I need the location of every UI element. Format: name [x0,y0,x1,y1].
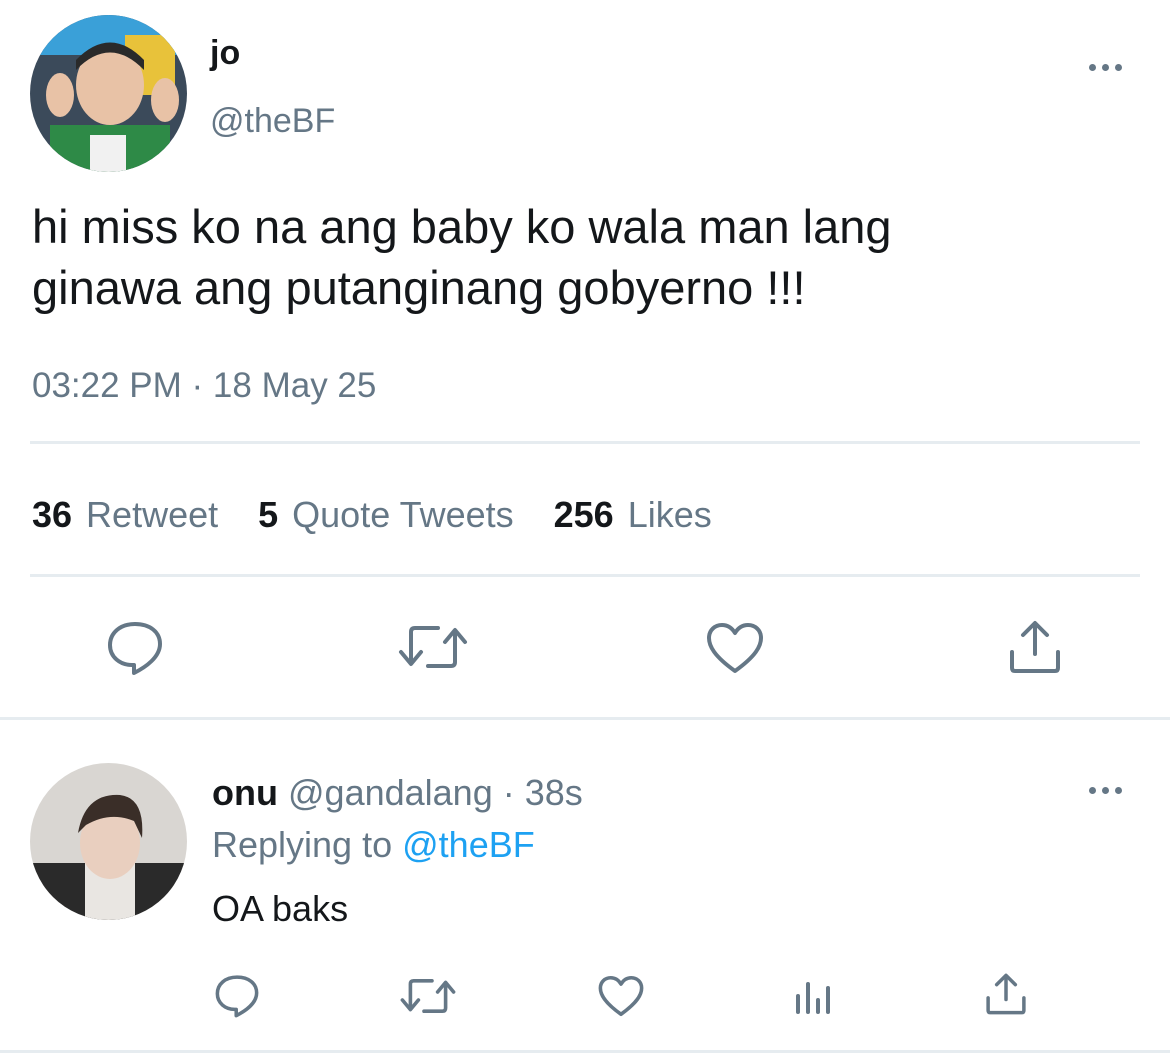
divider [30,441,1140,444]
more-options-icon[interactable] [1089,64,1122,71]
like-icon[interactable] [598,975,644,1017]
reply-icon[interactable] [106,620,164,676]
reply-text: OA baks [212,888,349,929]
likes-stat[interactable]: 256 Likes [554,494,712,536]
retweets-label: Retweet [86,494,219,535]
reply-more-options-icon[interactable] [1089,787,1122,794]
timestamp[interactable]: 03:22 PM · 18 May 25 [32,366,376,406]
avatar-main[interactable] [30,15,187,172]
tweet-stats: 36 Retweet 5 Quote Tweets 256 Likes [32,494,712,536]
quotes-label: Quote Tweets [292,494,514,535]
replying-to-handle[interactable]: @theBF [402,824,535,865]
display-name[interactable]: jo [210,34,240,73]
tweet-text: hi miss ko na ang baby ko wala man lang … [32,200,892,314]
retweets-stat[interactable]: 36 Retweet [32,494,218,536]
like-icon[interactable] [706,622,764,674]
share-icon[interactable] [1008,620,1062,674]
divider [0,717,1170,720]
avatar-reply[interactable] [30,763,187,920]
handle[interactable]: @theBF [210,102,335,141]
analytics-icon[interactable] [793,976,833,1016]
replying-prefix: Replying to [212,824,393,865]
reply-header: onu @gandalang · 38s [212,772,583,814]
quotes-count: 5 [258,494,279,535]
reply-handle[interactable]: @gandalang [288,772,493,813]
share-icon[interactable] [985,973,1027,1015]
divider [30,574,1140,577]
replying-to: Replying to @theBF [212,824,535,866]
reply-time[interactable]: 38s [525,772,583,813]
reply-display-name[interactable]: onu [212,772,278,813]
likes-count: 256 [553,494,614,535]
quotes-stat[interactable]: 5 Quote Tweets [258,494,514,536]
retweets-count: 36 [32,494,73,535]
separator-dot: · [502,772,515,813]
reply-icon[interactable] [214,974,260,1018]
retweet-icon[interactable] [400,976,456,1016]
retweet-icon[interactable] [398,622,468,672]
divider [0,1050,1170,1053]
likes-label: Likes [627,494,712,535]
